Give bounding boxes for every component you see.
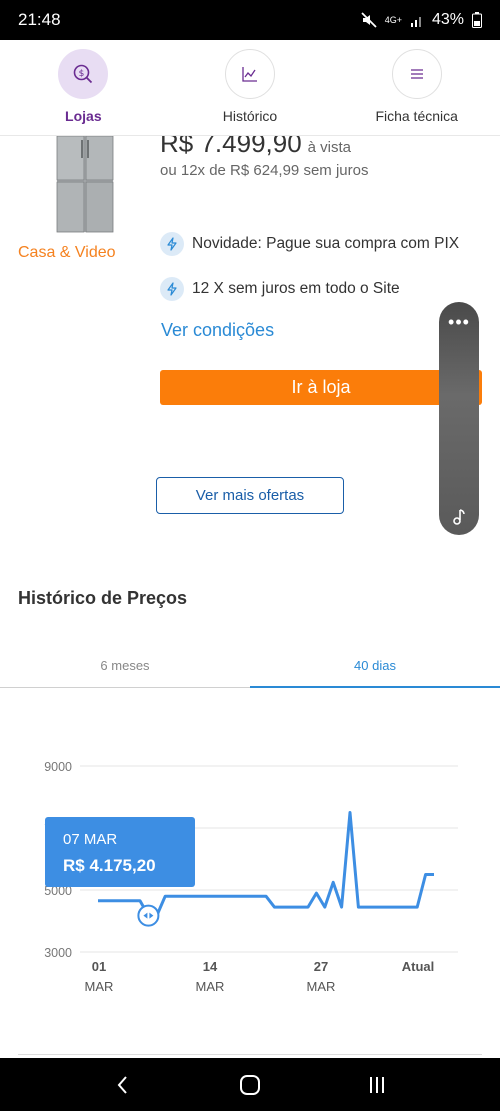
search-money-icon: $: [58, 49, 109, 99]
recents-icon: [369, 1076, 384, 1093]
tab-lojas[interactable]: $ Lojas: [0, 40, 167, 135]
installments-text: ou 12x de R$ 624,99 sem juros: [160, 162, 369, 179]
status-bar: 21:48 4G+ 43%: [0, 0, 500, 40]
signal-icon: [410, 17, 421, 27]
x-tick-label: 01: [92, 959, 106, 974]
price-cash: R$ 7.499,90 à vista: [160, 136, 351, 159]
x-tick-sublabel: MAR: [85, 979, 114, 994]
period-tabs: 6 meses 40 dias: [0, 644, 500, 688]
mute-icon: [361, 12, 377, 28]
price-suffix: à vista: [307, 139, 352, 156]
chart-line-icon: [225, 49, 275, 99]
tab-historico-label: Histórico: [222, 108, 278, 124]
top-navigation: $ Lojas Histórico Ficha técnica: [0, 40, 500, 136]
list-icon: [391, 49, 442, 99]
feature-installments-label: 12 X sem juros em todo o Site: [192, 280, 400, 297]
x-tick-label: 27: [314, 959, 328, 974]
tab-historico[interactable]: Histórico: [167, 40, 334, 135]
feature-installments: 12 X sem juros em todo o Site: [160, 277, 400, 301]
status-icons: 4G+ 43%: [361, 11, 482, 29]
back-icon: [117, 1075, 128, 1094]
recents-button[interactable]: [357, 1065, 397, 1105]
main-content: Casa & Video R$ 7.499,90 à vista ou 12x d…: [0, 136, 500, 1058]
chart-tooltip: 07 MAR R$ 4.175,20: [45, 817, 195, 887]
go-to-store-button[interactable]: Ir à loja: [160, 370, 482, 405]
store-name[interactable]: Casa & Video: [18, 244, 116, 262]
more-options-icon[interactable]: •••: [439, 312, 479, 333]
product-image: [56, 136, 114, 233]
y-tick-label: 3000: [44, 946, 72, 960]
feature-pix: Novidade: Pague sua compra com PIX: [160, 232, 459, 256]
tab-6-months[interactable]: 6 meses: [0, 644, 250, 687]
x-tick-sublabel: MAR: [196, 979, 225, 994]
tooltip-date: 07 MAR: [63, 831, 118, 848]
price-value: R$ 7.499,90: [160, 136, 302, 158]
conditions-link[interactable]: Ver condições: [161, 320, 274, 341]
floating-media-widget[interactable]: •••: [439, 302, 479, 535]
battery-icon: [472, 12, 482, 28]
home-icon: [239, 1074, 260, 1095]
feature-pix-label: Novidade: Pague sua compra com PIX: [192, 235, 460, 252]
tab-ficha-tecnica[interactable]: Ficha técnica: [333, 40, 500, 135]
svg-text:$: $: [79, 69, 85, 79]
tab-40-days[interactable]: 40 dias: [250, 644, 500, 688]
home-button[interactable]: [230, 1065, 270, 1105]
music-note-icon[interactable]: [449, 507, 469, 527]
battery-percent: 43%: [431, 11, 464, 28]
divider: [18, 1054, 482, 1055]
chart-marker: [137, 904, 160, 927]
more-offers-button[interactable]: Ver mais ofertas: [156, 477, 344, 514]
network-label: 4G+: [384, 15, 402, 25]
tooltip-price: R$ 4.175,20: [63, 856, 156, 875]
tab-ficha-tecnica-label: Ficha técnica: [375, 108, 458, 124]
lightning-icon: [160, 277, 184, 301]
x-tick-label: Atual: [402, 959, 435, 974]
system-navigation-bar: [0, 1058, 500, 1111]
back-button[interactable]: [103, 1065, 143, 1105]
tab-lojas-label: Lojas: [65, 108, 102, 124]
x-tick-label: 14: [203, 959, 218, 974]
status-time: 21:48: [18, 10, 61, 29]
price-history-title: Histórico de Preços: [18, 588, 188, 608]
y-tick-label: 9000: [44, 760, 72, 774]
x-tick-sublabel: MAR: [307, 979, 336, 994]
lightning-icon: [160, 232, 184, 256]
